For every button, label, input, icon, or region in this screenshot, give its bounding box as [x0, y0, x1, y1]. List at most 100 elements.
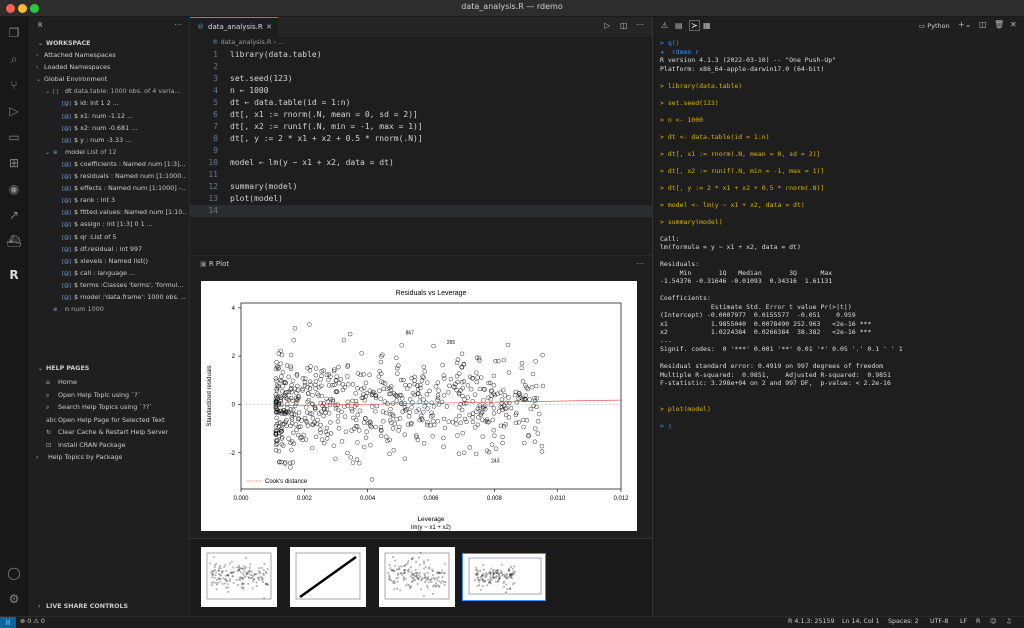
terminal-line: F-statistic: 3.298e+04 on 2 and 997 DF, … [660, 379, 891, 387]
data-point [441, 373, 446, 378]
code-line[interactable]: 3 set.seed(123) [190, 73, 292, 85]
settings-gear-icon[interactable]: ⚙ [6, 591, 22, 607]
code-line[interactable]: 8 dt[, y := 2 * x1 + x2 + 0.5 * rnorm(.N)… [190, 133, 422, 145]
trash-icon[interactable]: 🗑 [994, 20, 1004, 29]
live-share-controls-header[interactable]: › LIVE SHARE CONTROLS [38, 603, 128, 610]
split-editor-icon[interactable]: ◫ [620, 21, 628, 30]
account-icon[interactable]: ◯ [6, 565, 22, 581]
plot-thumbnail-2[interactable] [290, 547, 366, 607]
github-icon[interactable]: ◉ [6, 181, 22, 197]
tab-data-analysis-r[interactable]: ® data_analysis.R ✕ [190, 17, 278, 37]
workspace-item[interactable]: [@] $ id: int 1 2 ... [54, 98, 186, 109]
code-line[interactable]: 10 model ← lm(y ~ x1 + x2, data = dt) [190, 157, 393, 169]
search-icon[interactable]: ⌕ [6, 51, 22, 67]
encoding[interactable]: UTF-8 [930, 618, 948, 625]
workspace-item[interactable]: [@] $ fitted.values: Named num [1:10... [54, 207, 186, 218]
indentation[interactable]: Spaces: 2 [888, 618, 919, 625]
workspace-item[interactable]: [@] $ qr :List of 5 [54, 232, 186, 243]
source-control-icon[interactable]: ⑂ [6, 77, 22, 93]
warning-icon[interactable]: ⚠ [661, 21, 668, 30]
data-point [436, 388, 441, 393]
twistie-icon[interactable]: ⌄ [45, 147, 53, 158]
more-actions-icon[interactable]: ⋯ [174, 20, 182, 29]
plot-more-icon[interactable]: ⋯ [636, 259, 644, 268]
plot-tab[interactable]: ▣ R Plot [200, 260, 229, 268]
help-item[interactable]: ⌂ Home [46, 377, 77, 388]
remote-indicator-icon[interactable]: ⟩⟨ [0, 617, 16, 628]
terminal-icon[interactable]: ≻ [689, 20, 700, 31]
data-point [339, 439, 345, 444]
code-line[interactable]: 14 [190, 205, 652, 217]
workspace-item[interactable]: [@] $ call : language ... [54, 268, 186, 279]
run-debug-icon[interactable]: ▷ [6, 103, 22, 119]
twistie-icon[interactable]: › [36, 62, 44, 73]
code-line[interactable]: 2 [190, 61, 230, 73]
code-line[interactable]: 13 plot(model) [190, 193, 283, 205]
twistie-icon[interactable]: ⌄ [36, 74, 44, 85]
remote-explorer-icon[interactable]: ▭ [6, 129, 22, 145]
workspace-item[interactable]: › Attached Namespaces [36, 50, 186, 61]
help-item[interactable]: › Help Topics by Package [36, 452, 122, 463]
code-line[interactable]: 5 dt ← data.table(id = 1:n) [190, 97, 350, 109]
workspace-item[interactable]: [@] $ residuals : Named num [1:1000... [54, 171, 186, 182]
code-line[interactable]: 11 [190, 169, 230, 181]
twistie-icon[interactable]: ⌄ [45, 86, 53, 97]
docker-icon[interactable]: ⛴ [6, 233, 22, 249]
run-file-icon[interactable]: ▷ [604, 21, 610, 30]
close-tab-icon[interactable]: ✕ [266, 18, 272, 36]
workspace-item[interactable]: [@] $ df.residual : int 997 [54, 244, 186, 255]
terminal-shell-selector[interactable]: ▭ Python [919, 22, 950, 30]
explorer-icon[interactable]: ❐ [6, 25, 22, 41]
plot-thumbnail-3[interactable] [379, 547, 455, 607]
twistie-icon[interactable]: › [36, 50, 44, 61]
workspace-item[interactable]: [@] $ model :'data.frame': 1000 obs. ... [54, 292, 186, 303]
help-item[interactable]: ⌕ Open Help Topic using `?` [46, 390, 141, 401]
extensions-icon[interactable]: ⊞ [6, 155, 22, 171]
help-item[interactable]: ⊡ Install CRAN Package [46, 440, 126, 451]
workspace-item[interactable]: [@] $ xlevels : Named list() [54, 256, 186, 267]
code-line[interactable]: 1 library(data.table) [190, 49, 321, 61]
workspace-item[interactable]: [@] $ assign : int [1:3] 0 1 ... [54, 219, 186, 230]
code-line[interactable]: 6 dt[, x1 := rnorm(.N, mean = 0, sd = 2)] [190, 109, 418, 121]
feedback-icon[interactable]: ☺ [990, 618, 997, 625]
code-line[interactable]: 9 [190, 145, 230, 157]
line-ending[interactable]: LF [960, 618, 967, 625]
data-point [496, 409, 502, 414]
workspace-item[interactable]: › Loaded Namespaces [36, 62, 186, 73]
help-item[interactable]: ⌕ Search Help Topics using `??` [46, 402, 153, 413]
workspace-item[interactable]: ⊛ n num 1000 [45, 304, 186, 315]
workspace-item[interactable]: [@] $ coefficients : Named num [1:3]... [54, 159, 186, 170]
r-icon[interactable]: R [6, 267, 22, 283]
help-item[interactable]: ↻ Clear Cache & Restart Help Server [46, 427, 168, 438]
notifications-bell-icon[interactable]: ♫ [1006, 618, 1012, 625]
workspace-item[interactable]: [@] $ effects : Named num [1:1000] -... [54, 183, 186, 194]
workspace-item[interactable]: ⌄[ ] dt data.table: 1000 obs. of 4 varia… [45, 86, 186, 97]
live-share-icon[interactable]: ↗ [6, 207, 22, 223]
r-version-indicator[interactable]: R 4.1.3: 25159 [788, 618, 835, 625]
editor-more-icon[interactable]: ⋯ [636, 20, 644, 29]
workspace-item[interactable]: [@] $ rank : int 3 [54, 195, 186, 206]
language-mode[interactable]: R [976, 618, 980, 625]
workspace-item[interactable]: [@] $ x1: num -1.12 ... [54, 111, 186, 122]
code-line[interactable]: 4n ← 1000 [190, 85, 268, 97]
workspace-item[interactable]: ⌄ ⊛ model List of 12 [45, 147, 186, 158]
close-panel-icon[interactable]: ✕ [1010, 20, 1017, 29]
split-terminal-icon[interactable]: ◫ [979, 20, 987, 29]
workspace-item[interactable]: [@] $ y : num -3.33 ... [54, 135, 186, 146]
debug-console-icon[interactable]: ▦ [703, 21, 711, 30]
breadcrumb[interactable]: ® data_analysis.R › ... [212, 38, 284, 46]
help-pages-header[interactable]: ⌄ HELP PAGES [38, 365, 89, 372]
cursor-position[interactable]: Ln 14, Col 1 [842, 618, 880, 625]
workspace-item[interactable]: [@] $ terms :Classes 'terms', 'formul... [54, 280, 186, 291]
plot-thumbnail-4-selected[interactable] [462, 553, 546, 601]
code-line[interactable]: 12 summary(model) [190, 181, 297, 193]
help-item[interactable]: abcOpen Help Page for Selected Text [46, 415, 165, 426]
workspace-item[interactable]: ⌄ Global Environment [36, 74, 186, 85]
workspace-header[interactable]: ⌄ WORKSPACE [38, 40, 90, 47]
plot-thumbnail-1[interactable] [201, 547, 277, 607]
problems-indicator[interactable]: ⊗ 0 ⚠ 0 [20, 618, 45, 625]
code-line[interactable]: 7 dt[, x2 := runif(.N, min = -1, max = 1)… [190, 121, 422, 133]
output-icon[interactable]: ▤ [675, 21, 683, 30]
workspace-item[interactable]: [@] $ x2: num -0.681 ... [54, 123, 186, 134]
new-terminal-icon[interactable]: +⌄ [958, 20, 971, 29]
